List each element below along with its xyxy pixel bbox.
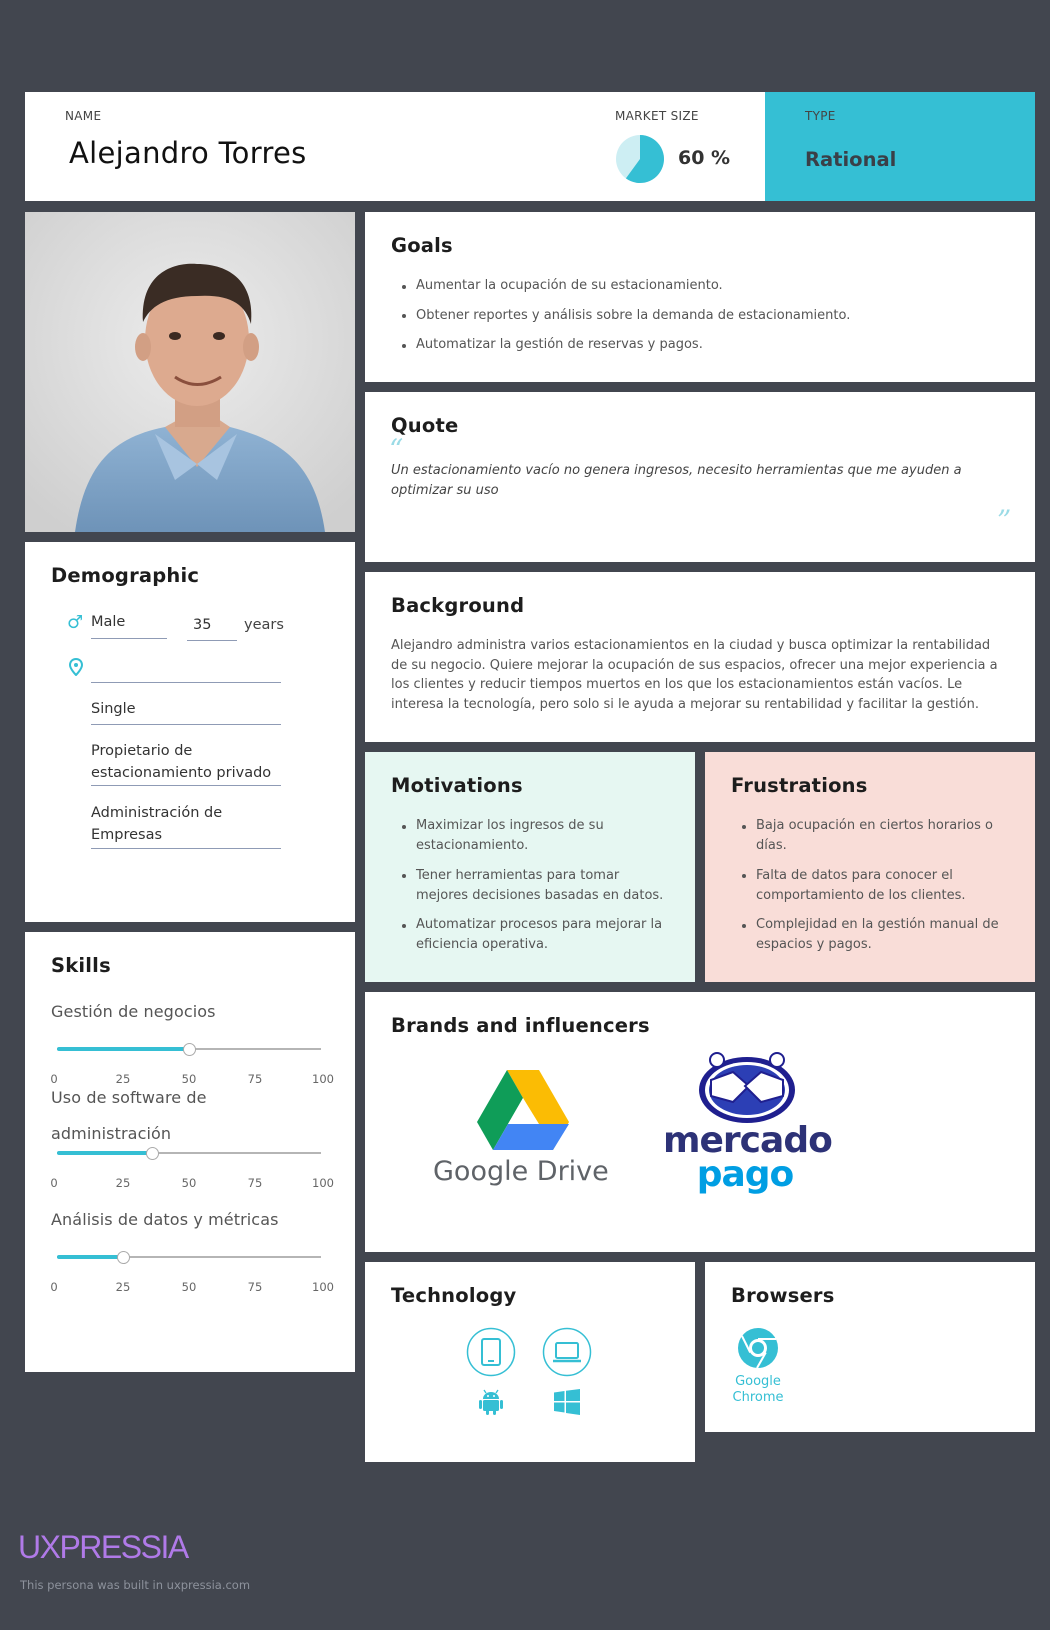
background-text: Alejandro administra varios estacionamie… [391, 638, 998, 712]
skill-tick-label: 50 [181, 1072, 197, 1086]
google-drive-text: Google Drive [433, 1156, 609, 1187]
technology-title: Technology [391, 1284, 517, 1307]
occupation-field[interactable]: Propietario de estacionamiento privado [91, 740, 281, 786]
location-icon [69, 658, 83, 676]
frustrations-title: Frustrations [731, 774, 868, 797]
market-size-pie-icon [616, 135, 664, 183]
skill-tick-label: 75 [247, 1176, 263, 1190]
list-item: Maximizar los ingresos de su estacionamie… [391, 816, 691, 856]
gender-field[interactable]: Male [91, 611, 167, 639]
skill-name: Gestión de negocios [51, 1002, 216, 1021]
type-card: TYPE Rational [765, 92, 1035, 201]
skill-tick-label: 50 [181, 1280, 197, 1294]
skill-tick-label: 100 [312, 1280, 334, 1294]
uxpressia-logo[interactable]: UXPRESSIA [18, 1529, 189, 1566]
education-field[interactable]: Administración de Empresas [91, 802, 281, 849]
skill-slider-fill [57, 1255, 123, 1259]
skill-slider-fill [57, 1047, 189, 1051]
android-icon [479, 1389, 503, 1415]
skill-tick-label: 0 [50, 1280, 58, 1294]
skill-tick-label: 75 [247, 1072, 263, 1086]
mercado-pago-logo: mercado pago [663, 1052, 833, 1202]
windows-icon [554, 1389, 580, 1415]
open-quote-icon: “ [389, 433, 404, 466]
browsers-title: Browsers [731, 1284, 835, 1307]
background-card: Background Alejandro administra varios e… [365, 572, 1035, 742]
motivations-card: Motivations Maximizar los ingresos de su… [365, 752, 695, 982]
close-quote-icon: ” [997, 504, 1012, 537]
age-field[interactable]: 35 [187, 614, 237, 641]
quote-card: Quote “ Un estacionamiento vacío no gene… [365, 392, 1035, 562]
goals-card: Goals Aumentar la ocupación de su estaci… [365, 212, 1035, 382]
technology-card: Technology [365, 1262, 695, 1462]
male-icon: ♂ [67, 612, 84, 633]
frustrations-list: Baja ocupación en ciertos horarios o días… [731, 816, 1031, 965]
skill-tick-label: 75 [247, 1280, 263, 1294]
skill-slider-handle[interactable] [145, 1146, 159, 1160]
goals-list: Aumentar la ocupación de su estacionamie… [391, 276, 1011, 365]
location-field[interactable] [91, 654, 281, 683]
browsers-card: Browsers Google Chrome [705, 1262, 1035, 1432]
pago-text: pago [696, 1154, 795, 1195]
skill-name: Uso de software de [51, 1088, 207, 1107]
handshake-icon [699, 1052, 795, 1123]
status-field[interactable]: Single [91, 698, 281, 725]
list-item: Automatizar la gestión de reservas y pag… [391, 335, 1011, 355]
browser-name: Google Chrome [732, 1374, 784, 1405]
skill-tick-label: 50 [181, 1176, 197, 1190]
skill-tick-label: 0 [50, 1176, 58, 1190]
name-label: NAME [65, 109, 102, 123]
skill-name-line2: administración [51, 1124, 172, 1143]
type-value: Rational [805, 148, 897, 171]
type-label: TYPE [805, 109, 836, 123]
demographic-card: Demographic ♂ Male 35 years Single Propi… [25, 542, 355, 922]
brands-title: Brands and influencers [391, 1014, 650, 1037]
skills-card: Skills Gestión de negocios 0 25 50 75 100 Uso … [25, 932, 355, 1372]
skill-slider-handle[interactable] [116, 1250, 130, 1264]
skill-name: Análisis de datos y métricas [51, 1210, 279, 1229]
list-item: Complejidad en la gestión manual de espac… [731, 915, 1031, 955]
google-drive-logo: Google Drive [433, 1070, 615, 1187]
tablet-icon [466, 1327, 516, 1377]
avatar [25, 212, 355, 532]
market-size-value: 60 % [678, 147, 731, 169]
motivations-list: Maximizar los ingresos de su estacionamie… [391, 816, 691, 965]
skill-tick-label: 100 [312, 1176, 334, 1190]
age-unit: years [244, 617, 284, 633]
quote-text: Un estacionamiento vacío no genera ingre… [391, 463, 962, 498]
background-title: Background [391, 594, 525, 617]
chrome-icon [738, 1328, 778, 1369]
list-item: Falta de datos para conocer el comportami… [731, 866, 1031, 906]
skill-tick-label: 25 [115, 1072, 131, 1086]
list-item: Obtener reportes y análisis sobre la dem… [391, 306, 1011, 326]
laptop-icon [542, 1327, 592, 1377]
skill-tick-label: 0 [50, 1072, 58, 1086]
brands-card: Brands and influencers Google Drive merc… [365, 992, 1035, 1252]
skill-slider-fill [57, 1151, 153, 1155]
persona-name: Alejandro Torres [69, 136, 307, 170]
frustrations-card: Frustrations Baja ocupación en ciertos h… [705, 752, 1035, 982]
list-item: Aumentar la ocupación de su estacionamie… [391, 276, 1011, 296]
list-item: Automatizar procesos para mejorar la efic… [391, 915, 691, 955]
goals-title: Goals [391, 234, 453, 257]
skill-tick-label: 100 [312, 1072, 334, 1086]
google-drive-icon [477, 1070, 569, 1150]
skill-slider-handle[interactable] [182, 1042, 196, 1056]
skill-tick-label: 25 [115, 1176, 131, 1190]
motivations-title: Motivations [391, 774, 523, 797]
demographic-title: Demographic [51, 564, 200, 587]
market-size-label: MARKET SIZE [615, 109, 699, 123]
persona-photo [25, 212, 355, 532]
footer-note: This persona was built in uxpressia.com [20, 1578, 251, 1592]
skill-tick-label: 25 [115, 1280, 131, 1294]
list-item: Baja ocupación en ciertos horarios o días… [731, 816, 1031, 856]
header-card: NAME Alejandro Torres MARKET SIZE 60 % [25, 92, 765, 201]
list-item: Tener herramientas para tomar mejores dec… [391, 866, 691, 906]
skills-title: Skills [51, 954, 111, 977]
